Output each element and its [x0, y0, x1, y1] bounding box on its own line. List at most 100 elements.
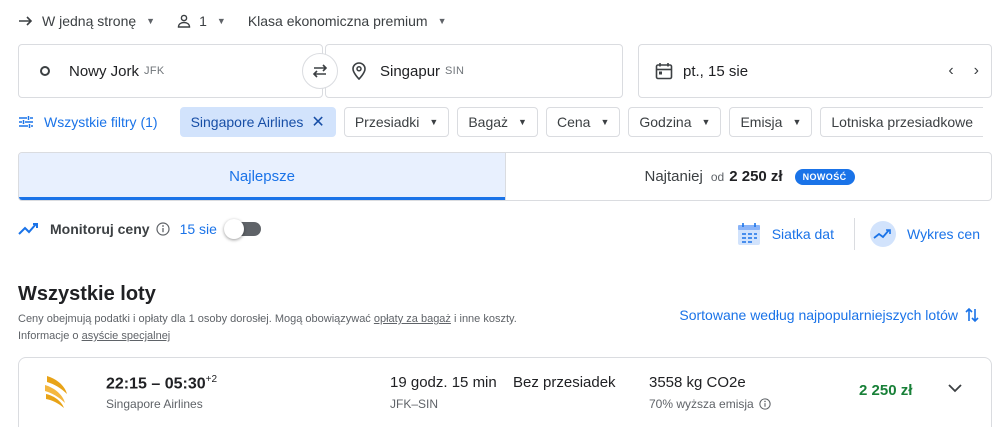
date-grid-label: Siatka dat [771, 226, 834, 242]
swap-arrows-icon [310, 63, 330, 79]
filter-price[interactable]: Cena ▼ [545, 107, 621, 137]
flight-times: 22:15 – 05:30+2 [106, 374, 218, 393]
filter-time-label: Godzina [639, 114, 692, 130]
chevron-down-icon[interactable] [947, 383, 963, 393]
sort-tabs: Najlepsze Najtaniej od 2 250 zł NOWOŚĆ [18, 152, 992, 201]
results-note: Ceny obejmują podatki i opłaty dla 1 oso… [18, 311, 618, 345]
info-icon[interactable] [155, 222, 170, 236]
flight-route: JFK–SIN [390, 397, 439, 411]
date-tools: Siatka dat Wykres cen [736, 218, 980, 250]
price-graph-button[interactable]: Wykres cen [869, 220, 980, 248]
passengers-count: 1 [199, 13, 207, 29]
arrival-time: 05:30 [164, 375, 206, 393]
trip-options: W jedną stronę ▼ 1 ▼ Klasa ekonomiczna p… [18, 10, 468, 32]
filter-emissions-label: Emisja [740, 114, 783, 130]
person-icon [177, 14, 191, 28]
location-pin-icon [352, 62, 366, 80]
toggle-knob [223, 219, 244, 239]
price-graph-label: Wykres cen [906, 226, 980, 242]
price-tracking-label: Monitoruj ceny [50, 221, 150, 237]
destination-city: Singapur [380, 62, 441, 80]
swap-locations-button[interactable] [302, 53, 338, 89]
date-grid-icon [736, 221, 762, 247]
chevron-right-icon[interactable]: › [974, 62, 979, 80]
note-text: Informacje o [18, 330, 82, 342]
destination-field[interactable]: Singapur SIN [325, 44, 623, 98]
airline-filter-label: Singapore Airlines [190, 114, 304, 130]
trip-type-label: W jedną stronę [42, 13, 137, 29]
caret-down-icon: ▼ [600, 117, 610, 127]
price-tracking: Monitoruj ceny 15 sie [18, 218, 261, 240]
emission-note-text: 70% wyższa emisja [649, 397, 754, 411]
origin-circle-icon [39, 65, 51, 77]
airline-filter-chip[interactable]: Singapore Airlines ✕ [179, 107, 336, 137]
caret-down-icon: ▼ [701, 117, 711, 127]
filter-emissions[interactable]: Emisja ▼ [729, 107, 813, 137]
filter-stops[interactable]: Przesiadki ▼ [343, 107, 450, 137]
info-icon[interactable] [759, 398, 771, 410]
flight-result-card[interactable]: 22:15 – 05:30+2 Singapore Airlines 19 go… [18, 357, 992, 427]
caret-down-icon: ▼ [429, 117, 439, 127]
caret-down-icon: ▼ [146, 16, 156, 26]
chevron-left-icon[interactable]: ‹ [948, 62, 953, 80]
all-filters-button[interactable]: Wszystkie filtry (1) [18, 114, 158, 130]
origin-field[interactable]: Nowy Jork JFK [18, 44, 323, 98]
price-tracking-date: 15 sie [179, 221, 217, 237]
baggage-fees-link[interactable]: opłaty za bagaż [374, 313, 451, 325]
caret-down-icon: ▼ [437, 16, 447, 26]
date-navigation: ‹ › [948, 45, 979, 97]
flight-stops: Bez przesiadek [513, 374, 616, 391]
flight-duration: 19 godz. 15 min [390, 374, 497, 391]
close-icon[interactable]: ✕ [311, 112, 324, 132]
price-tracking-toggle[interactable] [223, 219, 261, 239]
airline-logo [43, 374, 73, 415]
sort-button[interactable]: Sortowane według najpopularniejszych lot… [679, 307, 980, 323]
caret-down-icon: ▼ [518, 117, 527, 127]
destination-code: SIN [445, 65, 465, 77]
tab-cheapest[interactable]: Najtaniej od 2 250 zł NOWOŚĆ [506, 153, 991, 200]
sort-label: Sortowane według najpopularniejszych lot… [679, 307, 958, 323]
filters-bar: Wszystkie filtry (1) Singapore Airlines … [18, 107, 991, 137]
cabin-class-label: Klasa ekonomiczna premium [247, 13, 428, 29]
flight-price: 2 250 zł [859, 382, 913, 399]
emission-note: 70% wyższa emisja [649, 397, 771, 411]
departure-date: pt., 15 sie [683, 62, 749, 80]
filter-connecting-airports-label: Lotniska przesiadkowe [831, 114, 974, 130]
departure-date-field[interactable]: pt., 15 sie ‹ › [638, 44, 992, 98]
sort-icon [964, 307, 980, 323]
date-grid-button[interactable]: Siatka dat [736, 221, 834, 247]
note-text: Ceny obejmują podatki i opłaty dla 1 oso… [18, 313, 374, 325]
departure-time: 22:15 [106, 375, 147, 393]
trend-icon [18, 222, 40, 236]
tab-cheapest-label: Najtaniej [644, 168, 703, 185]
filter-connecting-airports[interactable]: Lotniska przesiadkowe [820, 107, 984, 137]
tune-icon [18, 115, 34, 129]
tab-best-label: Najlepsze [229, 168, 295, 185]
new-badge: NOWOŚĆ [794, 168, 855, 185]
tab-best[interactable]: Najlepsze [19, 153, 506, 200]
caret-down-icon: ▼ [216, 16, 226, 26]
filter-bags[interactable]: Bagaż ▼ [457, 107, 538, 137]
airline-name: Singapore Airlines [106, 397, 203, 411]
passengers-select[interactable]: 1 ▼ [177, 13, 226, 29]
origin-code: JFK [144, 65, 165, 77]
special-assistance-link[interactable]: asyście specjalnej [82, 330, 171, 342]
arrow-right-icon [18, 15, 34, 27]
results-heading: Wszystkie loty [18, 283, 156, 305]
origin-city: Nowy Jork [69, 62, 140, 80]
cabin-class-select[interactable]: Klasa ekonomiczna premium ▼ [248, 13, 447, 29]
filter-price-label: Cena [556, 114, 591, 130]
filter-time[interactable]: Godzina ▼ [628, 107, 722, 137]
trip-type-select[interactable]: W jedną stronę ▼ [18, 13, 155, 29]
filter-bags-label: Bagaż [468, 114, 509, 130]
day-offset: +2 [205, 374, 218, 385]
divider [853, 218, 855, 250]
note-text: i inne koszty. [450, 313, 517, 325]
filter-stops-label: Przesiadki [354, 114, 420, 130]
all-filters-label: Wszystkie filtry (1) [44, 114, 158, 130]
caret-down-icon: ▼ [792, 117, 802, 127]
tab-cheapest-from: od [710, 169, 725, 184]
tab-cheapest-price: 2 250 zł [729, 168, 783, 185]
price-graph-icon [869, 220, 897, 248]
flight-co2: 3558 kg CO2e [649, 374, 746, 391]
